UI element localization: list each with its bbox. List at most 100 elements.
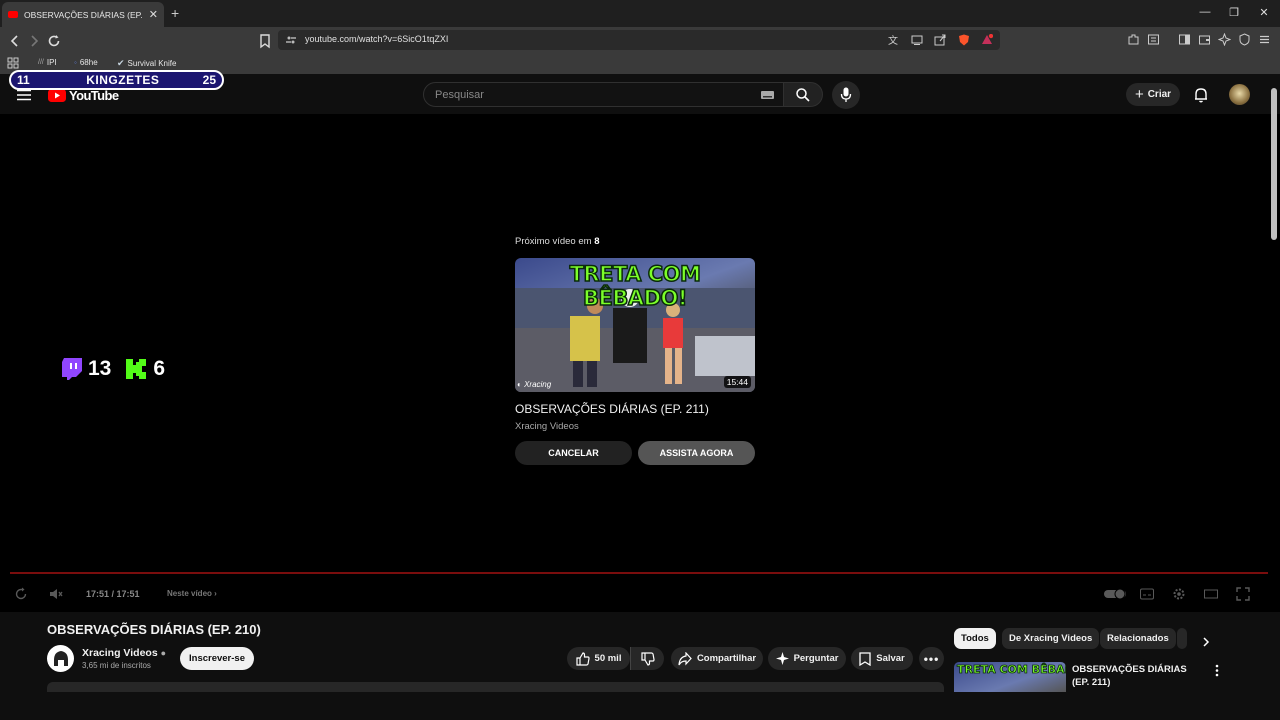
theater-mode-icon[interactable]: [1204, 587, 1218, 601]
channel-avatar[interactable]: [47, 645, 74, 672]
next-video-thumbnail[interactable]: TRETA COM BÊBADO! ◐ Xracing 15:44: [515, 258, 755, 392]
replay-icon[interactable]: [14, 587, 28, 601]
youtube-logo[interactable]: YouTube: [48, 88, 119, 103]
voice-search-button[interactable]: [832, 81, 860, 109]
xracing-watermark: ◐ Xracing: [517, 380, 551, 389]
cancel-autoplay-button[interactable]: CANCELAR: [515, 441, 632, 465]
like-count: 50 mil: [594, 653, 622, 664]
hamburger-menu-icon[interactable]: [17, 89, 31, 101]
reader-icon[interactable]: [1147, 33, 1160, 46]
translate-icon[interactable]: 文: [888, 34, 900, 46]
bookmark-icon[interactable]: [257, 33, 273, 49]
rewards-icon[interactable]: [981, 34, 993, 46]
chip-related[interactable]: Relacionados: [1100, 628, 1176, 649]
search-button[interactable]: [783, 82, 823, 107]
browser-tab[interactable]: OBSERVAÇÕES DIÁRIAS (EP. 210) ✕: [2, 2, 164, 27]
wallet-icon[interactable]: [1198, 33, 1211, 46]
close-tab-icon[interactable]: ✕: [149, 8, 158, 21]
ask-label: Perguntar: [793, 653, 839, 664]
related-video-title[interactable]: OBSERVAÇÕES DIÁRIAS (EP. 211): [1072, 663, 1202, 689]
bookmark-survival-knife[interactable]: ✔ Survival Knife: [117, 58, 176, 69]
bookmark-68he[interactable]: ◦ 68he: [74, 58, 98, 67]
score-right: 25: [202, 73, 216, 87]
apps-grid-icon[interactable]: [7, 57, 19, 69]
watch-now-button[interactable]: ASSISTA AGORA: [638, 441, 755, 465]
description-box[interactable]: [47, 682, 944, 692]
channel-name-text: Xracing Videos: [82, 647, 158, 659]
progress-bar[interactable]: [10, 572, 1268, 574]
browser-tab-strip: OBSERVAÇÕES DIÁRIAS (EP. 210) ✕ + — ❐ ✕: [0, 0, 1280, 27]
chip-more[interactable]: [1177, 628, 1187, 649]
chip-all[interactable]: Todos: [954, 628, 996, 649]
sidebar-icon[interactable]: [1178, 33, 1191, 46]
related-thumbnail-text: TRETA COM BÊBADO!: [957, 663, 1066, 677]
save-button[interactable]: Salvar: [851, 647, 913, 670]
subscriber-count: 3,65 mi de inscritos: [82, 661, 151, 670]
extensions-icon[interactable]: [1127, 33, 1140, 46]
search-placeholder: Pesquisar: [435, 89, 484, 101]
countdown-value: 8: [594, 236, 600, 247]
brave-shield-icon[interactable]: [958, 34, 970, 46]
reload-icon[interactable]: [46, 33, 62, 49]
ask-button[interactable]: Perguntar: [768, 647, 846, 670]
autoplay-toggle[interactable]: [1104, 587, 1126, 601]
youtube-play-icon: [48, 89, 66, 102]
bookmark-label: IPI: [46, 58, 57, 67]
back-icon[interactable]: [7, 33, 23, 49]
keyboard-icon[interactable]: [761, 91, 774, 99]
chapter-label: Neste vídeo: [167, 589, 212, 598]
forward-icon[interactable]: [26, 33, 42, 49]
search-icon: [796, 88, 810, 102]
channel-name[interactable]: Xracing Videos ●: [82, 647, 166, 659]
chapter-button[interactable]: Neste vídeo ›: [167, 589, 217, 598]
bookmark-ipi[interactable]: ///IPI: [38, 58, 57, 67]
video-title: OBSERVAÇÕES DIÁRIAS (EP. 210): [47, 622, 261, 637]
bookmark-favicon-icon: ///: [38, 59, 44, 66]
next-video-channel: Xracing Videos: [515, 421, 579, 432]
kick-icon: [126, 359, 147, 379]
chip-from-channel[interactable]: De Xracing Videos: [1002, 628, 1100, 649]
mute-icon[interactable]: [49, 587, 63, 601]
bookmark-favicon-icon: ◦: [74, 58, 77, 67]
time-display: 17:51 / 17:51: [86, 589, 140, 599]
youtube-logo-text: YouTube: [69, 88, 119, 103]
share-page-icon[interactable]: [934, 34, 946, 46]
watermark-text: Xracing: [524, 380, 552, 389]
site-info-icon[interactable]: [285, 34, 297, 46]
like-button[interactable]: 50 mil: [567, 647, 630, 670]
share-button[interactable]: Compartilhar: [671, 647, 763, 670]
search-input[interactable]: Pesquisar: [423, 82, 789, 107]
next-video-title[interactable]: OBSERVAÇÕES DIÁRIAS (EP. 211): [515, 402, 709, 416]
close-window-icon[interactable]: ✕: [1257, 6, 1271, 19]
restore-icon[interactable]: ❐: [1227, 6, 1241, 19]
settings-gear-icon[interactable]: [1172, 587, 1186, 601]
more-actions-button[interactable]: •••: [919, 647, 944, 670]
more-horizontal-icon: •••: [923, 651, 940, 666]
bookmark-label: Survival Knife: [127, 59, 177, 68]
fullscreen-icon[interactable]: [1236, 587, 1250, 601]
sparkle-icon: [775, 652, 789, 665]
notifications-bell-icon[interactable]: [1194, 87, 1208, 103]
menu-icon[interactable]: [1258, 33, 1271, 46]
minimize-icon[interactable]: —: [1198, 6, 1212, 18]
page-scrollbar[interactable]: [1271, 88, 1277, 240]
account-avatar[interactable]: [1229, 84, 1250, 105]
leo-ai-icon[interactable]: [1218, 33, 1231, 46]
vpn-icon[interactable]: [1238, 33, 1251, 46]
bookmark-label: 68he: [79, 58, 98, 67]
cast-icon[interactable]: [911, 34, 923, 46]
next-video-label: Próximo vídeo em: [515, 236, 592, 247]
svg-text:文: 文: [888, 34, 898, 46]
plus-icon: +: [1134, 86, 1144, 103]
create-button[interactable]: + Criar: [1126, 83, 1180, 106]
chevron-right-icon[interactable]: [1200, 636, 1212, 648]
more-vertical-icon[interactable]: [1214, 664, 1220, 677]
related-video-thumbnail[interactable]: TRETA COM BÊBADO!: [954, 662, 1066, 692]
subtitles-icon[interactable]: [1140, 587, 1154, 601]
dislike-button[interactable]: [630, 647, 664, 670]
thumbnail-text: TRETA COM BÊBADO!: [569, 261, 702, 311]
new-tab-button[interactable]: +: [171, 5, 179, 21]
subscribe-button[interactable]: Inscrever-se: [180, 647, 254, 670]
twitch-count: 13: [88, 357, 112, 380]
address-bar[interactable]: youtube.com/watch?v=6SicO1tqZXI 文: [278, 30, 1000, 50]
